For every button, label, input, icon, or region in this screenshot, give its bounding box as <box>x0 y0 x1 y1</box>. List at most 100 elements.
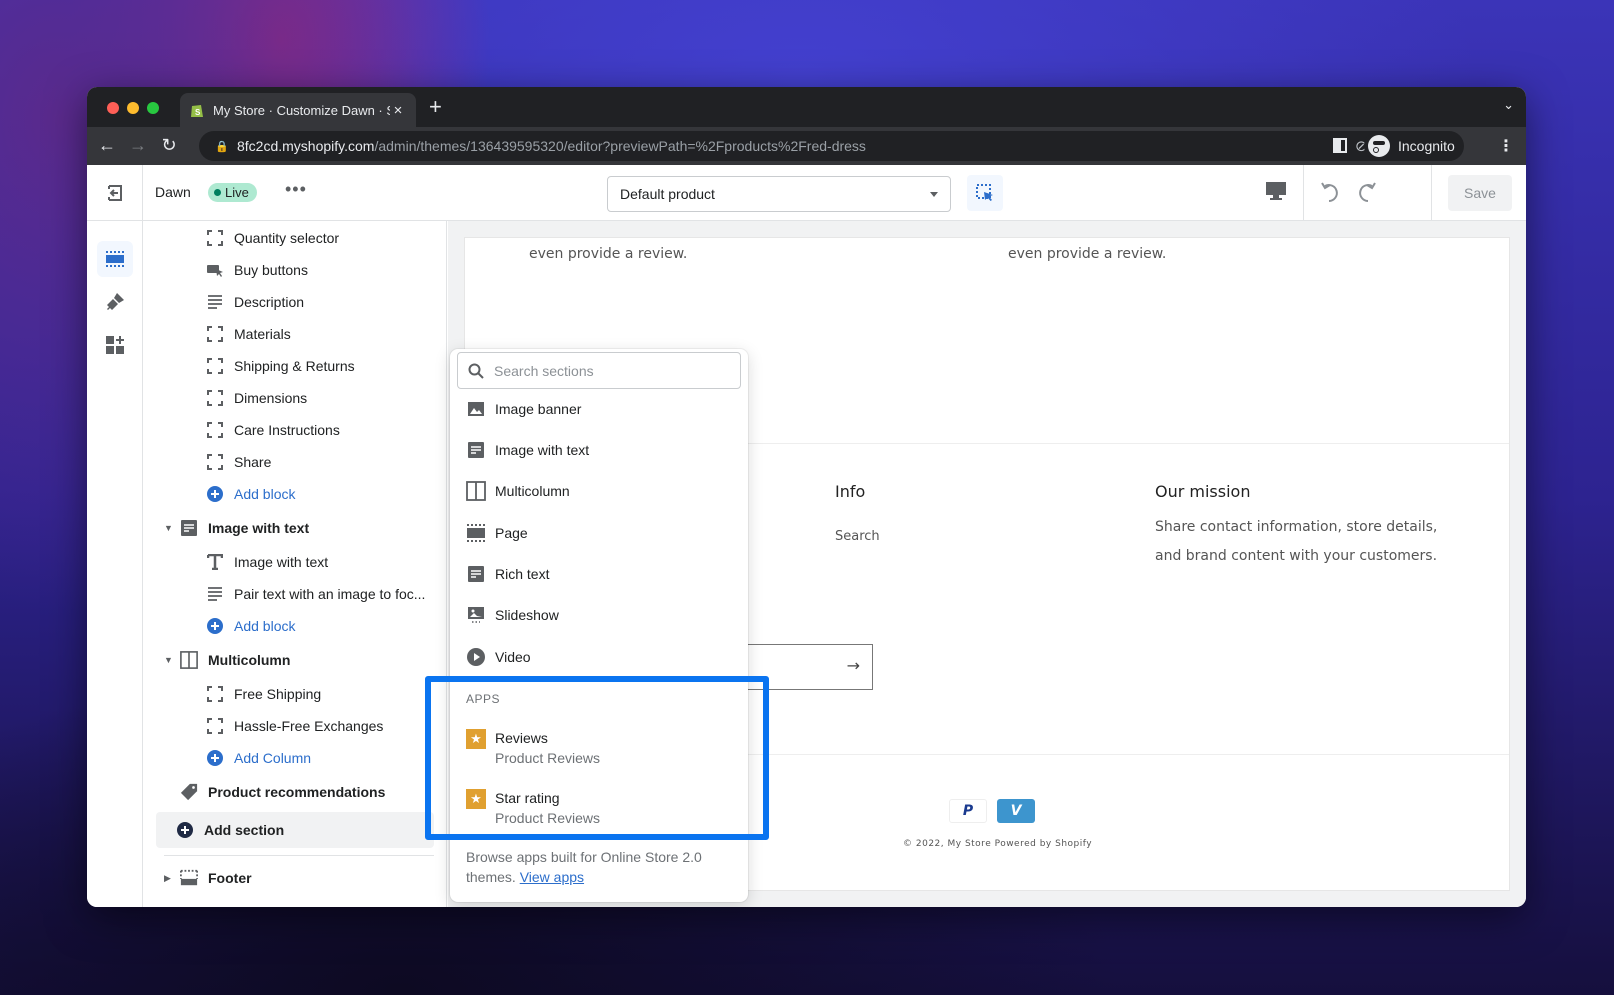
shopify-icon: S <box>191 105 203 117</box>
section-multicolumn[interactable]: ▼ Multicolumn <box>144 645 446 675</box>
section-option[interactable]: Video <box>466 642 531 672</box>
caret-right-icon[interactable]: ▶ <box>164 873 174 884</box>
app-embeds-tab[interactable] <box>97 327 133 363</box>
block-item[interactable]: Shipping & Returns <box>144 351 446 381</box>
section-option[interactable]: Page <box>466 518 528 548</box>
app-block-subtitle: Product Reviews <box>495 750 601 766</box>
new-tab-button[interactable]: + <box>429 94 442 120</box>
search-sections-input[interactable] <box>494 362 724 379</box>
app-block-option[interactable]: ★ Star rating Product Reviews <box>466 788 600 828</box>
theme-settings-tab[interactable] <box>97 284 133 320</box>
block-item[interactable]: Share <box>144 447 446 477</box>
section-option[interactable]: Multicolumn <box>466 476 570 506</box>
tree-item-label: Shipping & Returns <box>234 358 355 374</box>
add-block-button[interactable]: Add block <box>144 611 446 641</box>
section-text-icon <box>180 519 198 537</box>
text-block-icon <box>466 440 486 460</box>
tree-item-label: Care Instructions <box>234 422 340 438</box>
maximize-window-button[interactable] <box>147 102 159 114</box>
block-item[interactable]: Dimensions <box>144 383 446 413</box>
incognito-icon <box>1368 135 1390 157</box>
section-product-recommendations[interactable]: Product recommendations <box>144 777 446 807</box>
minimize-window-button[interactable] <box>127 102 139 114</box>
heading-T-icon <box>206 553 224 571</box>
tab-search-chevron-icon[interactable]: ⌄ <box>1503 97 1514 113</box>
more-actions-button[interactable]: ••• <box>285 179 307 200</box>
undo-icon <box>1321 182 1338 202</box>
app-block-title: Reviews <box>495 730 548 746</box>
back-button[interactable]: ← <box>97 135 117 156</box>
columns-icon <box>180 651 198 669</box>
apps-grid-icon <box>106 336 124 354</box>
tree-item-label: Hassle-Free Exchanges <box>234 718 384 734</box>
section-option[interactable]: Rich text <box>466 559 549 589</box>
section-option[interactable]: Slideshow <box>466 600 559 630</box>
browser-tab[interactable]: S My Store · Customize Dawn · Shopify × <box>180 93 416 127</box>
block-item[interactable]: Pair text with an image to foc... <box>144 579 446 609</box>
block-item[interactable]: Description <box>144 287 446 317</box>
caret-down-icon <box>930 191 938 197</box>
lock-icon: 🔒 <box>215 140 229 153</box>
add-section-button[interactable]: Add section <box>156 812 434 848</box>
block-item[interactable]: Buy buttons <box>144 255 446 285</box>
footer-search-link[interactable]: Search <box>835 529 880 544</box>
url-host: 8fc2cd.myshopify.com <box>237 138 375 154</box>
caret-down-icon[interactable]: ▼ <box>164 523 174 533</box>
exit-editor-button[interactable] <box>87 165 143 221</box>
arrow-right-icon[interactable]: → <box>847 656 860 675</box>
forward-button[interactable]: → <box>128 135 148 156</box>
copyright-text: © 2022, My Store Powered by Shopify <box>903 839 1093 849</box>
section-image-with-text[interactable]: ▼ Image with text <box>144 513 446 543</box>
incognito-profile-button[interactable]: Incognito <box>1364 131 1464 161</box>
close-window-button[interactable] <box>107 102 119 114</box>
plus-circle-icon <box>206 749 224 767</box>
undo-button[interactable] <box>1319 181 1343 208</box>
live-dot-icon <box>214 189 221 196</box>
add-column-button[interactable]: Add Column <box>144 743 446 773</box>
section-option[interactable]: Image with text <box>466 435 589 465</box>
tree-item-label: Materials <box>234 326 291 342</box>
add-block-button[interactable]: Add block <box>144 479 446 509</box>
block-item[interactable]: Hassle-Free Exchanges <box>144 711 446 741</box>
save-button[interactable]: Save <box>1448 175 1512 211</box>
svg-text:S: S <box>195 108 201 117</box>
app-block-option[interactable]: ★ Reviews Product Reviews <box>466 728 600 768</box>
footer-info-heading: Info <box>835 482 866 501</box>
side-panel-icon[interactable] <box>1333 138 1347 153</box>
inspector-toggle-button[interactable] <box>967 175 1003 211</box>
url-input[interactable]: 🔒 8fc2cd.myshopify.com/admin/themes/1364… <box>199 131 1421 161</box>
section-option[interactable]: Image banner <box>466 394 581 424</box>
block-item[interactable]: Image with text <box>144 547 446 577</box>
block-item[interactable]: Quantity selector <box>144 223 446 253</box>
close-tab-icon[interactable]: × <box>390 102 406 119</box>
block-item[interactable]: Materials <box>144 319 446 349</box>
tab-title: My Store · Customize Dawn · Shopify <box>213 102 390 118</box>
tree-item-label: Description <box>234 294 305 310</box>
sections-tab[interactable] <box>97 241 133 277</box>
block-bracket-icon <box>206 717 224 735</box>
redo-button[interactable] <box>1354 181 1378 208</box>
add-section-popover: APPS Browse apps built for Online Store … <box>450 349 748 902</box>
sidebar-divider <box>164 855 434 856</box>
paypal-icon: P <box>949 799 987 823</box>
reload-button[interactable]: ↻ <box>159 135 179 156</box>
device-preview-button[interactable] <box>1265 181 1287 206</box>
footer-mission-line: and brand content with your customers. <box>1155 548 1438 564</box>
tree-item-label: Free Shipping <box>234 686 322 702</box>
app-block-text: Reviews Product Reviews <box>495 728 600 768</box>
footer-mission-line: Share contact information, store details… <box>1155 519 1438 535</box>
plus-circle-icon <box>206 485 224 503</box>
section-footer[interactable]: ▶ Footer <box>144 863 446 893</box>
block-item[interactable]: Free Shipping <box>144 679 446 709</box>
tab-bar: S My Store · Customize Dawn · Shopify × … <box>87 87 1526 127</box>
view-apps-link[interactable]: View apps <box>520 869 584 885</box>
tree-item-label: Quantity selector <box>234 230 340 246</box>
tree-item-label: Footer <box>208 870 252 886</box>
template-select[interactable]: Default product <box>607 176 951 212</box>
block-item[interactable]: Care Instructions <box>144 415 446 445</box>
caret-down-icon[interactable]: ▼ <box>164 655 174 665</box>
browser-menu-icon[interactable]: ⋮ <box>1498 136 1514 156</box>
play-icon <box>466 647 486 667</box>
search-sections-field[interactable] <box>457 352 741 389</box>
section-option-label: Image with text <box>495 442 590 458</box>
